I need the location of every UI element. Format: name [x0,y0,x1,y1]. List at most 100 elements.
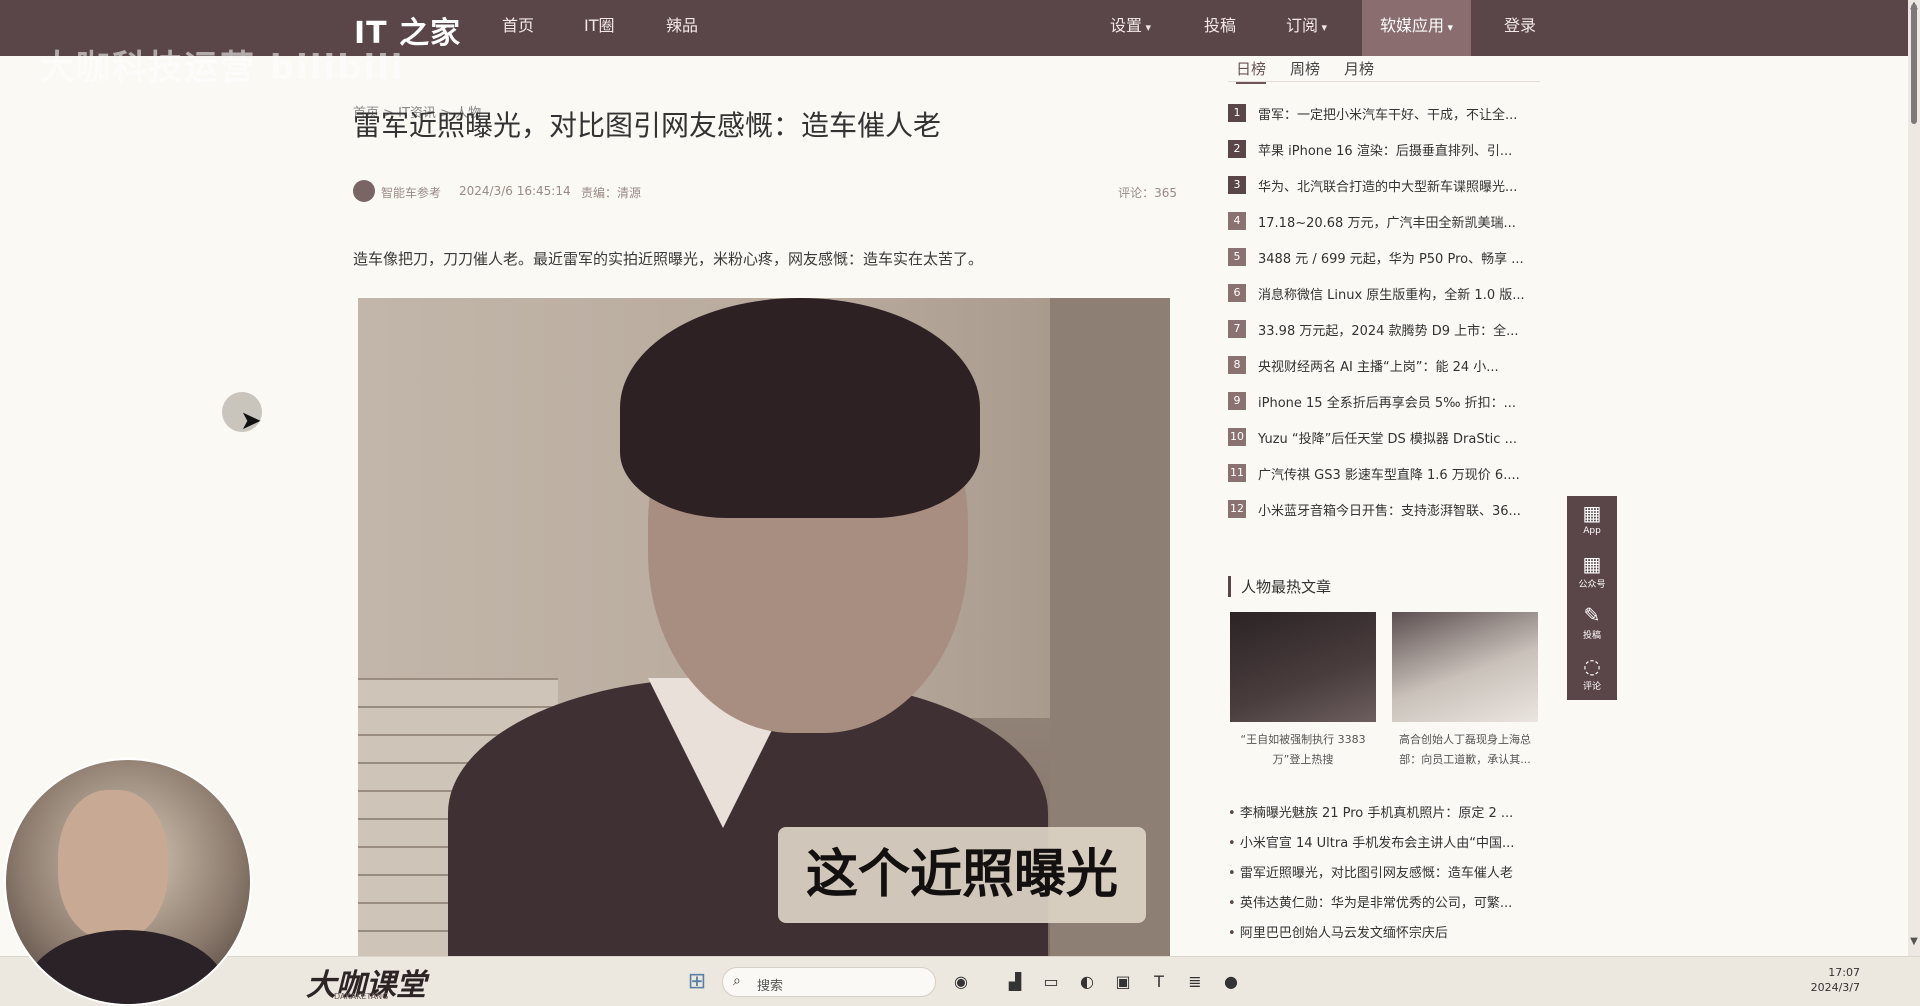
windows-start-icon[interactable]: ⊞ [684,970,710,994]
hot-card-image[interactable] [1392,612,1538,722]
hot-card-image[interactable] [1230,612,1376,722]
hot-list-item[interactable]: 小米官宣 14 Ultra 手机发布会主讲人由“中国... [1228,832,1540,851]
rank-number: 8 [1228,356,1246,374]
rank-number: 7 [1228,320,1246,338]
ranking-item[interactable]: 5 3488 元 / 699 元起，华为 P50 Pro、畅享 ... [1228,246,1540,268]
tab-monthly[interactable]: 月榜 [1344,58,1374,79]
presenter-face [58,790,168,940]
ranking-item[interactable]: 12 小米蓝牙音箱今日开售：支持澎湃智联、36... [1228,498,1540,520]
edit-icon: ✎ [1583,603,1601,627]
taskbar-clock[interactable]: 17:07 2024/3/7 [1800,965,1860,995]
edge-browser-icon[interactable]: ◐ [1074,970,1100,994]
author-avatar[interactable] [353,180,375,202]
ranking-item[interactable]: 3 华为、北汽联合打造的中大型新车谍照曝光... [1228,174,1540,196]
rank-title[interactable]: 消息称微信 Linux 原生版重构，全新 1.0 版... [1258,284,1525,303]
rank-title[interactable]: 小米蓝牙音箱今日开售：支持澎湃智联、36... [1258,500,1521,519]
rank-number: 3 [1228,176,1246,194]
rank-title[interactable]: 苹果 iPhone 16 渲染：后摄垂直排列、引... [1258,140,1512,159]
taskbar: ⊞ ⌕ 搜索 ◉ ▟ ▭ ◐ ▣ T ≣ ● 17:07 2024/3/7 [0,956,1920,1006]
rank-title[interactable]: 17.18~20.68 万元，广汽丰田全新凯美瑞... [1258,212,1516,231]
ranking-item[interactable]: 1 雷军：一定把小米汽车干好、干成，不让全... [1228,102,1540,124]
article-title: 雷军近照曝光，对比图引网友感慨：造车催人老 [353,109,942,142]
brand-subtitle: DAKAKETANG [334,992,389,1001]
rank-number: 11 [1228,464,1246,482]
ranking-item[interactable]: 8 央视财经两名 AI 主播“上岗”：能 24 小... [1228,354,1540,376]
typora-icon[interactable]: T [1146,970,1172,994]
widgets-icon[interactable]: ▟ [1002,970,1028,994]
rank-title[interactable]: 3488 元 / 699 元起，华为 P50 Pro、畅享 ... [1258,248,1524,267]
task-view-icon[interactable]: ◉ [948,970,974,994]
ranking-item[interactable]: 7 33.98 万元起，2024 款腾势 D9 上市：全... [1228,318,1540,340]
hot-list-item[interactable]: 阿里巴巴创始人马云发文缅怀宗庆后 [1228,922,1540,941]
rank-title[interactable]: 华为、北汽联合打造的中大型新车谍照曝光... [1258,176,1517,195]
hot-list-item[interactable]: 雷军近照曝光，对比图引网友感慨：造车催人老 [1228,862,1540,881]
rank-title[interactable]: Yuzu “投降”后任天堂 DS 模拟器 DraStic ... [1258,428,1517,447]
file-explorer-icon[interactable]: ▭ [1038,970,1064,994]
article-lead: 造车像把刀，刀刀催人老。最近雷军的实拍近照曝光，米粉心疼，网友感慨：造车实在太苦… [353,250,984,268]
search-placeholder: 搜索 [757,979,784,994]
nav-lapin[interactable]: 辣品 [658,0,706,56]
comment-icon: ◌ [1583,654,1601,678]
nav-subscribe[interactable]: 订阅 [1278,0,1335,56]
ranking-item[interactable]: 11 广汽传祺 GS3 影速车型直降 1.6 万现价 6.... [1228,462,1540,484]
qr-icon: ▦ [1582,501,1602,525]
hot-list-item[interactable]: 英伟达黄仁勋：华为是非常优秀的公司，可繁... [1228,892,1540,911]
tab-daily[interactable]: 日榜 [1236,58,1267,84]
rank-number: 1 [1228,104,1246,122]
presenter-shirt [26,930,226,1004]
rank-title[interactable]: 雷军：一定把小米汽车干好、干成，不让全... [1258,104,1517,123]
scroll-down-icon[interactable]: ▼ [1908,936,1920,947]
hot-card-caption[interactable]: 高合创始人丁磊现身上海总 部：向员工道歉，承认其... [1392,730,1538,770]
nav-settings[interactable]: 设置 [1102,0,1159,56]
hot-card-caption[interactable]: “王自如被强制执行 3383 万”登上热搜 [1230,730,1376,770]
rank-title[interactable]: 央视财经两名 AI 主播“上岗”：能 24 小... [1258,356,1499,375]
photo-person-hair [620,298,980,518]
search-icon: ⌕ [733,973,741,989]
scroll-thumb[interactable] [1911,4,1917,124]
hot-card[interactable]: “王自如被强制执行 3383 万”登上热搜 [1230,612,1376,770]
rank-title[interactable]: iPhone 15 全系折后再享会员 5‰ 折扣：... [1258,392,1516,411]
nav-login[interactable]: 登录 [1496,0,1544,56]
author-name[interactable]: 智能车参考 [381,184,441,201]
rank-number: 12 [1228,500,1246,518]
ranking-item[interactable]: 10 Yuzu “投降”后任天堂 DS 模拟器 DraStic ... [1228,426,1540,448]
app-qr-button[interactable]: ▦ App [1567,496,1617,546]
rank-title[interactable]: 33.98 万元起，2024 款腾势 D9 上市：全... [1258,320,1519,339]
hot-card[interactable]: 高合创始人丁磊现身上海总 部：向员工道歉，承认其... [1392,612,1538,770]
nav-it-circle[interactable]: IT圈 [576,0,623,56]
page-scrollbar[interactable]: ▲ ▼ [1908,0,1920,956]
hot-list-item[interactable]: 李楠曝光魅族 21 Pro 手机真机照片：原定 2 ... [1228,802,1540,821]
rank-title[interactable]: 广汽传祺 GS3 影速车型直降 1.6 万现价 6.... [1258,464,1520,483]
rank-number: 10 [1228,428,1246,446]
ranking-tabs: 日榜 周榜 月榜 [1228,56,1540,84]
app-icon[interactable]: ▣ [1110,970,1136,994]
floating-toolbar: ▦ App ▦ 公众号 ✎ 投稿 ◌ 评论 [1567,496,1617,700]
ranking-item[interactable]: 4 17.18~20.68 万元，广汽丰田全新凯美瑞... [1228,210,1540,232]
submit-button[interactable]: ✎ 投稿 [1567,598,1617,648]
wechat-qr-button[interactable]: ▦ 公众号 [1567,547,1617,597]
ranking-item[interactable]: 2 苹果 iPhone 16 渲染：后摄垂直排列、引... [1228,138,1540,160]
ranking-item[interactable]: 6 消息称微信 Linux 原生版重构，全新 1.0 版... [1228,282,1540,304]
hot-articles-heading: 人物最热文章 [1228,576,1331,597]
rank-number: 2 [1228,140,1246,158]
presenter-webcam [4,758,252,1006]
ranking-item[interactable]: 9 iPhone 15 全系折后再享会员 5‰ 折扣：... [1228,390,1540,412]
article-meta: 智能车参考 2024/3/6 16:45:14 责编：清源 评论：365 [353,180,1177,204]
comment-count[interactable]: 评论：365 [1118,184,1177,201]
rank-number: 4 [1228,212,1246,230]
qr-icon: ▦ [1582,552,1602,576]
channel-watermark: 大咖科技运营 bilibili [40,48,405,88]
rank-number: 6 [1228,284,1246,302]
editor: 责编：清源 [581,186,642,200]
taskbar-search[interactable]: ⌕ 搜索 [722,967,936,997]
publish-date: 2024/3/6 16:45:14 [459,184,571,198]
nav-softmedia-apps[interactable]: 软媒应用 [1362,0,1472,56]
recorder-icon[interactable]: ● [1218,970,1244,994]
tab-weekly[interactable]: 周榜 [1290,58,1320,79]
notepad-icon[interactable]: ≣ [1182,970,1208,994]
nav-home[interactable]: 首页 [494,0,542,56]
comment-button[interactable]: ◌ 评论 [1567,649,1617,699]
nav-submit[interactable]: 投稿 [1196,0,1244,56]
video-subtitle: 这个近照曝光 [778,827,1146,923]
rank-number: 9 [1228,392,1246,410]
